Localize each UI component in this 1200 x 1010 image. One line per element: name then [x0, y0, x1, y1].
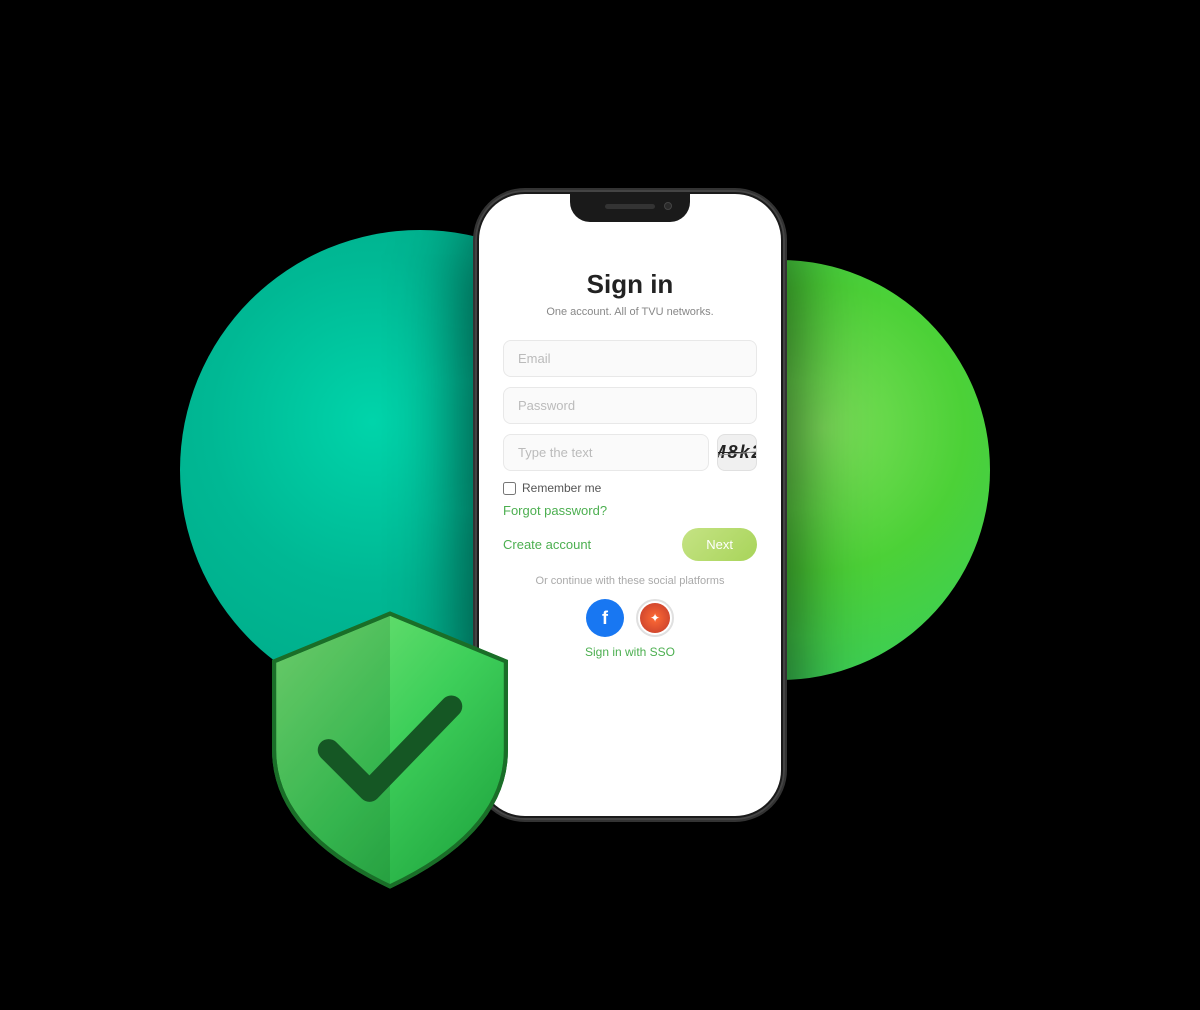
password-input[interactable] — [503, 387, 757, 424]
remember-label: Remember me — [522, 481, 601, 495]
create-account-link[interactable]: Create account — [503, 537, 591, 552]
scene: Sign in One account. All of TVU networks… — [150, 80, 1050, 930]
sso-inner-icon: ✦ — [640, 603, 670, 633]
bottom-row: Create account Next — [503, 528, 757, 561]
sso-icon[interactable]: ✦ — [636, 599, 674, 637]
shield-icon — [250, 600, 530, 900]
forgot-password-link[interactable]: Forgot password? — [503, 503, 757, 518]
email-input[interactable] — [503, 340, 757, 377]
social-icons-row: f ✦ — [586, 599, 674, 637]
sso-label[interactable]: Sign in with SSO — [585, 645, 675, 659]
phone-camera — [664, 202, 672, 210]
phone-speaker — [605, 204, 655, 209]
remember-row: Remember me — [503, 481, 757, 495]
facebook-icon[interactable]: f — [586, 599, 624, 637]
next-button[interactable]: Next — [682, 528, 757, 561]
remember-checkbox[interactable] — [503, 482, 516, 495]
page-title: Sign in — [587, 269, 674, 300]
phone-notch — [570, 194, 690, 222]
captcha-image: M8k2 — [717, 434, 757, 471]
captcha-input[interactable] — [503, 434, 709, 471]
password-group — [503, 387, 757, 424]
sso-star-icon: ✦ — [650, 611, 660, 625]
page-subtitle: One account. All of TVU networks. — [546, 306, 713, 318]
captcha-row: M8k2 — [503, 434, 757, 471]
email-group — [503, 340, 757, 377]
social-divider: Or continue with these social platforms — [536, 575, 725, 587]
